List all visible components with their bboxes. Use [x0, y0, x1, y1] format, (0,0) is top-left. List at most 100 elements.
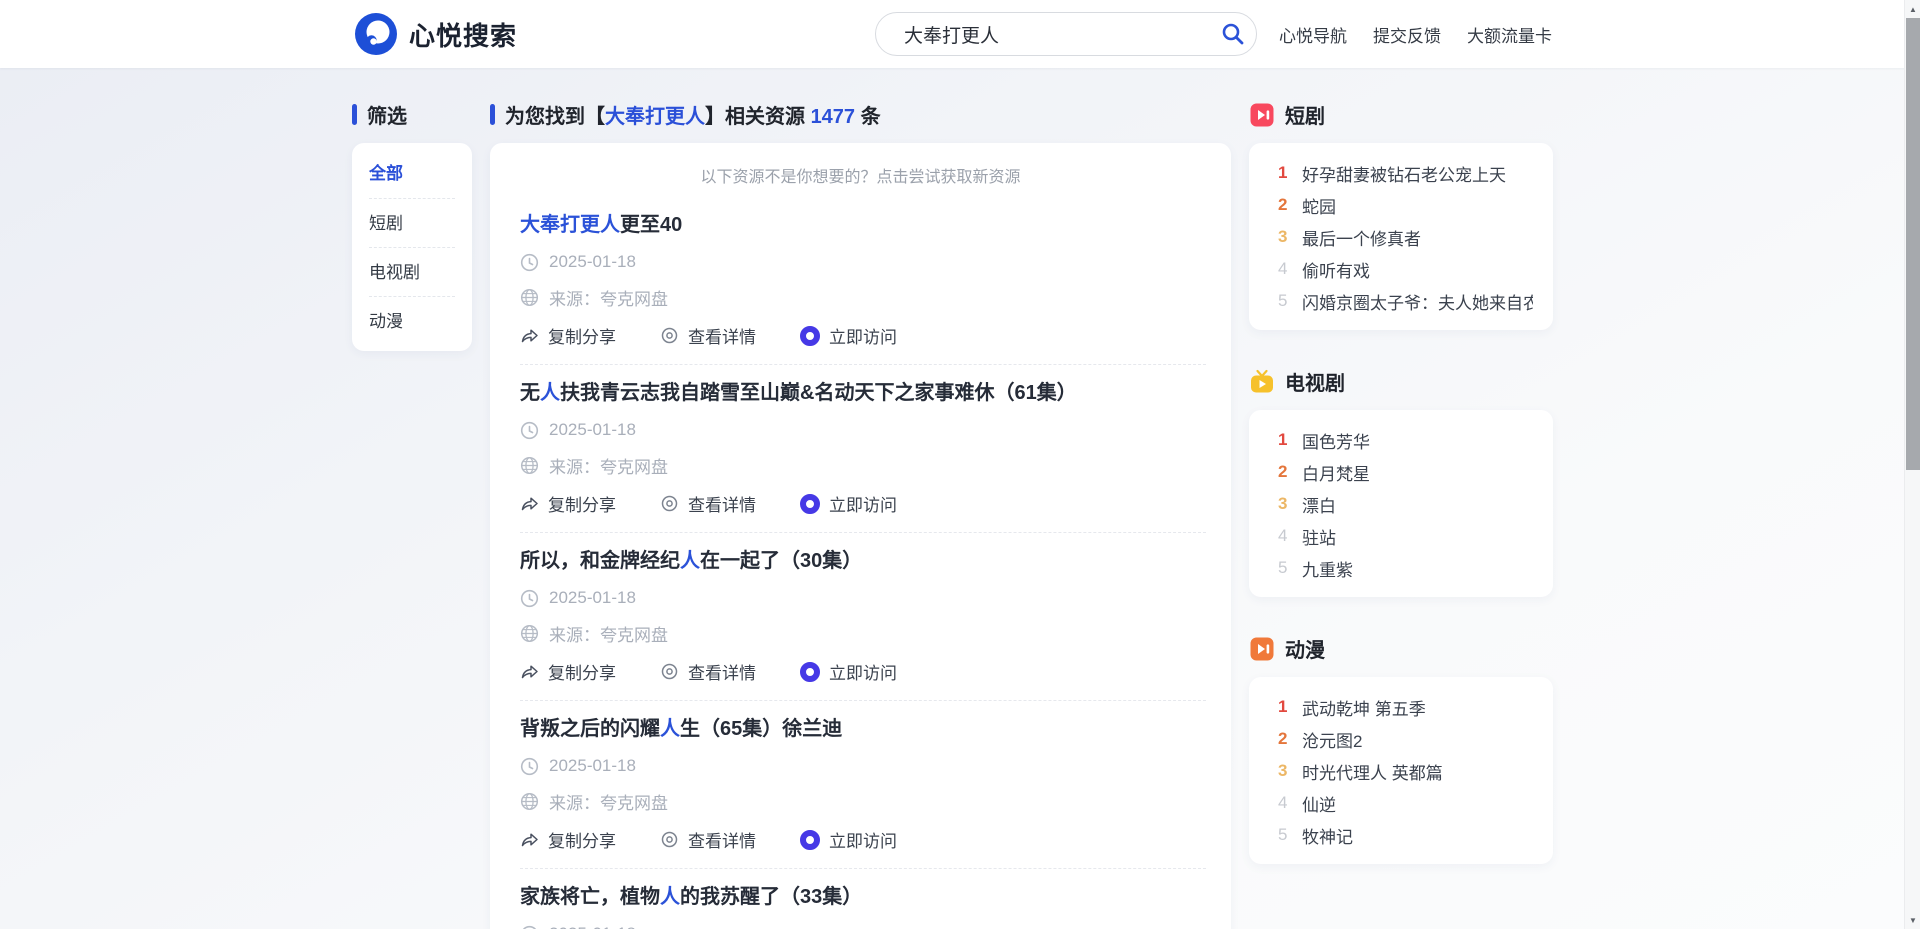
heading-accent-bar — [352, 104, 357, 125]
result-date-row: 2025-01-18 — [520, 756, 1206, 776]
result-date-row: 2025-01-18 — [520, 588, 1206, 608]
rank-title: 武动乾坤 第五季 — [1302, 695, 1426, 720]
rank-title: 国色芳华 — [1302, 428, 1370, 453]
copy-share-button[interactable]: 复制分享 — [520, 827, 616, 852]
filter-card: 全部 短剧 电视剧 动漫 — [352, 143, 472, 351]
ranking-card-tv: 1国色芳华 2白月梵星 3漂白 4驻站 5九重紫 — [1249, 410, 1553, 597]
filter-item-short-drama[interactable]: 短剧 — [369, 198, 455, 247]
result-source-row: 来源：夸克网盘 — [520, 285, 1206, 310]
clock-icon — [520, 757, 539, 776]
view-detail-button[interactable]: 查看详情 — [660, 491, 756, 516]
ranking-item[interactable]: 1好孕甜妻被钻石老公宠上天 — [1249, 157, 1553, 189]
eye-icon — [660, 830, 679, 849]
view-detail-button[interactable]: 查看详情 — [660, 659, 756, 684]
result-actions: 复制分享 查看详情 立即访问 — [520, 827, 1206, 852]
ranking-item[interactable]: 4驻站 — [1249, 520, 1553, 552]
rank-title: 沧元图2 — [1302, 727, 1362, 752]
visit-now-button[interactable]: 立即访问 — [800, 827, 897, 852]
nav-link-data-card[interactable]: 大额流量卡 — [1467, 22, 1552, 47]
scrollbar-up-arrow-icon[interactable]: ▲ — [1905, 1, 1920, 17]
nav-link-feedback[interactable]: 提交反馈 — [1373, 22, 1441, 47]
result-source: 来源：夸克网盘 — [549, 789, 668, 814]
ranking-item[interactable]: 3时光代理人 英都篇 — [1249, 755, 1553, 787]
copy-share-button[interactable]: 复制分享 — [520, 659, 616, 684]
ranking-section-header-tv: 电视剧 — [1249, 368, 1553, 395]
ranking-item[interactable]: 2白月梵星 — [1249, 456, 1553, 488]
top-header: 心悦搜索 心悦导航 提交反馈 大额流量卡 — [0, 0, 1920, 68]
filter-title: 筛选 — [367, 100, 407, 129]
rank-number: 4 — [1278, 793, 1302, 813]
ranking-item[interactable]: 2沧元图2 — [1249, 723, 1553, 755]
ranking-item[interactable]: 5牧神记 — [1249, 819, 1553, 851]
eye-icon — [660, 662, 679, 681]
results-card: 以下资源不是你想要的？点击尝试获取新资源 大奉打更人更至40 2025-01-1… — [490, 143, 1231, 929]
ranking-item[interactable]: 4偷听有戏 — [1249, 253, 1553, 285]
keyword-highlight: 人 — [540, 382, 560, 404]
rank-title: 最后一个修真者 — [1302, 225, 1421, 250]
result-item: 大奉打更人更至40 2025-01-18 来源：夸克网盘 复制分享 — [520, 197, 1206, 364]
keyword-highlight: 人 — [660, 886, 680, 908]
share-icon — [520, 494, 539, 513]
ranking-item[interactable]: 1国色芳华 — [1249, 424, 1553, 456]
scrollbar-thumb[interactable] — [1906, 18, 1920, 470]
view-detail-button[interactable]: 查看详情 — [660, 827, 756, 852]
ranking-item[interactable]: 3最后一个修真者 — [1249, 221, 1553, 253]
globe-icon — [520, 288, 539, 307]
short-drama-badge-icon — [1249, 102, 1275, 128]
clock-icon — [520, 589, 539, 608]
filter-item-tv-series[interactable]: 电视剧 — [369, 247, 455, 296]
rank-number: 2 — [1278, 462, 1302, 482]
ranking-item[interactable]: 2蛇园 — [1249, 189, 1553, 221]
visit-icon — [800, 326, 820, 346]
nav-link-navigation[interactable]: 心悦导航 — [1279, 22, 1347, 47]
ranking-item[interactable]: 5九重紫 — [1249, 552, 1553, 584]
view-detail-button[interactable]: 查看详情 — [660, 323, 756, 348]
result-title[interactable]: 所以，和金牌经纪人在一起了（30集） — [520, 547, 1206, 575]
rank-title: 漂白 — [1302, 492, 1336, 517]
result-item: 所以，和金牌经纪人在一起了（30集） 2025-01-18 来源：夸克网盘 复制… — [520, 532, 1206, 700]
rank-number: 5 — [1278, 558, 1302, 578]
visit-icon — [800, 830, 820, 850]
result-source-row: 来源：夸克网盘 — [520, 789, 1206, 814]
copy-share-button[interactable]: 复制分享 — [520, 491, 616, 516]
visit-now-button[interactable]: 立即访问 — [800, 491, 897, 516]
rank-number: 5 — [1278, 825, 1302, 845]
rank-title: 蛇园 — [1302, 193, 1336, 218]
scrollbar-down-arrow-icon[interactable]: ▼ — [1905, 912, 1920, 928]
share-icon — [520, 830, 539, 849]
results-heading-text: 为您找到【大奉打更人】相关资源 1477 条 — [505, 100, 881, 129]
result-title[interactable]: 无人扶我青云志我自踏雪至山巅&名动天下之家事难休（61集） — [520, 379, 1206, 407]
ranking-item[interactable]: 3漂白 — [1249, 488, 1553, 520]
result-actions: 复制分享 查看详情 立即访问 — [520, 491, 1206, 516]
rank-title: 牧神记 — [1302, 823, 1353, 848]
ranking-item[interactable]: 4仙逆 — [1249, 787, 1553, 819]
globe-icon — [520, 792, 539, 811]
filter-item-all[interactable]: 全部 — [369, 149, 455, 198]
result-title[interactable]: 家族将亡，植物人的我苏醒了（33集） — [520, 883, 1206, 911]
result-actions: 复制分享 查看详情 立即访问 — [520, 323, 1206, 348]
copy-share-button[interactable]: 复制分享 — [520, 323, 616, 348]
clock-icon — [520, 253, 539, 272]
scrollbar[interactable]: ▲ ▼ — [1904, 0, 1920, 929]
search-button[interactable] — [1210, 13, 1256, 55]
site-logo[interactable]: 心悦搜索 — [354, 12, 517, 56]
refresh-notice-link[interactable]: 以下资源不是你想要的？点击尝试获取新资源 — [490, 163, 1231, 187]
anime-badge-icon — [1249, 636, 1275, 662]
ranking-section-header-anime: 动漫 — [1249, 635, 1553, 662]
visit-now-button[interactable]: 立即访问 — [800, 659, 897, 684]
ranking-item[interactable]: 1武动乾坤 第五季 — [1249, 691, 1553, 723]
eye-icon — [660, 326, 679, 345]
keyword-highlight: 大奉打更人 — [520, 214, 620, 236]
search-input[interactable] — [876, 23, 1210, 45]
eye-icon — [660, 494, 679, 513]
ranking-item[interactable]: 5闪婚京圈太子爷：夫人她来自农村 — [1249, 285, 1553, 317]
filter-item-anime[interactable]: 动漫 — [369, 296, 455, 345]
result-date-row: 2025-01-18 — [520, 924, 1206, 929]
filter-heading: 筛选 — [352, 101, 472, 128]
result-title[interactable]: 背叛之后的闪耀人生（65集）徐兰迪 — [520, 715, 1206, 743]
logo-icon — [354, 12, 398, 56]
rank-number: 2 — [1278, 729, 1302, 749]
visit-now-button[interactable]: 立即访问 — [800, 323, 897, 348]
rank-number: 4 — [1278, 526, 1302, 546]
result-title[interactable]: 大奉打更人更至40 — [520, 211, 1206, 239]
